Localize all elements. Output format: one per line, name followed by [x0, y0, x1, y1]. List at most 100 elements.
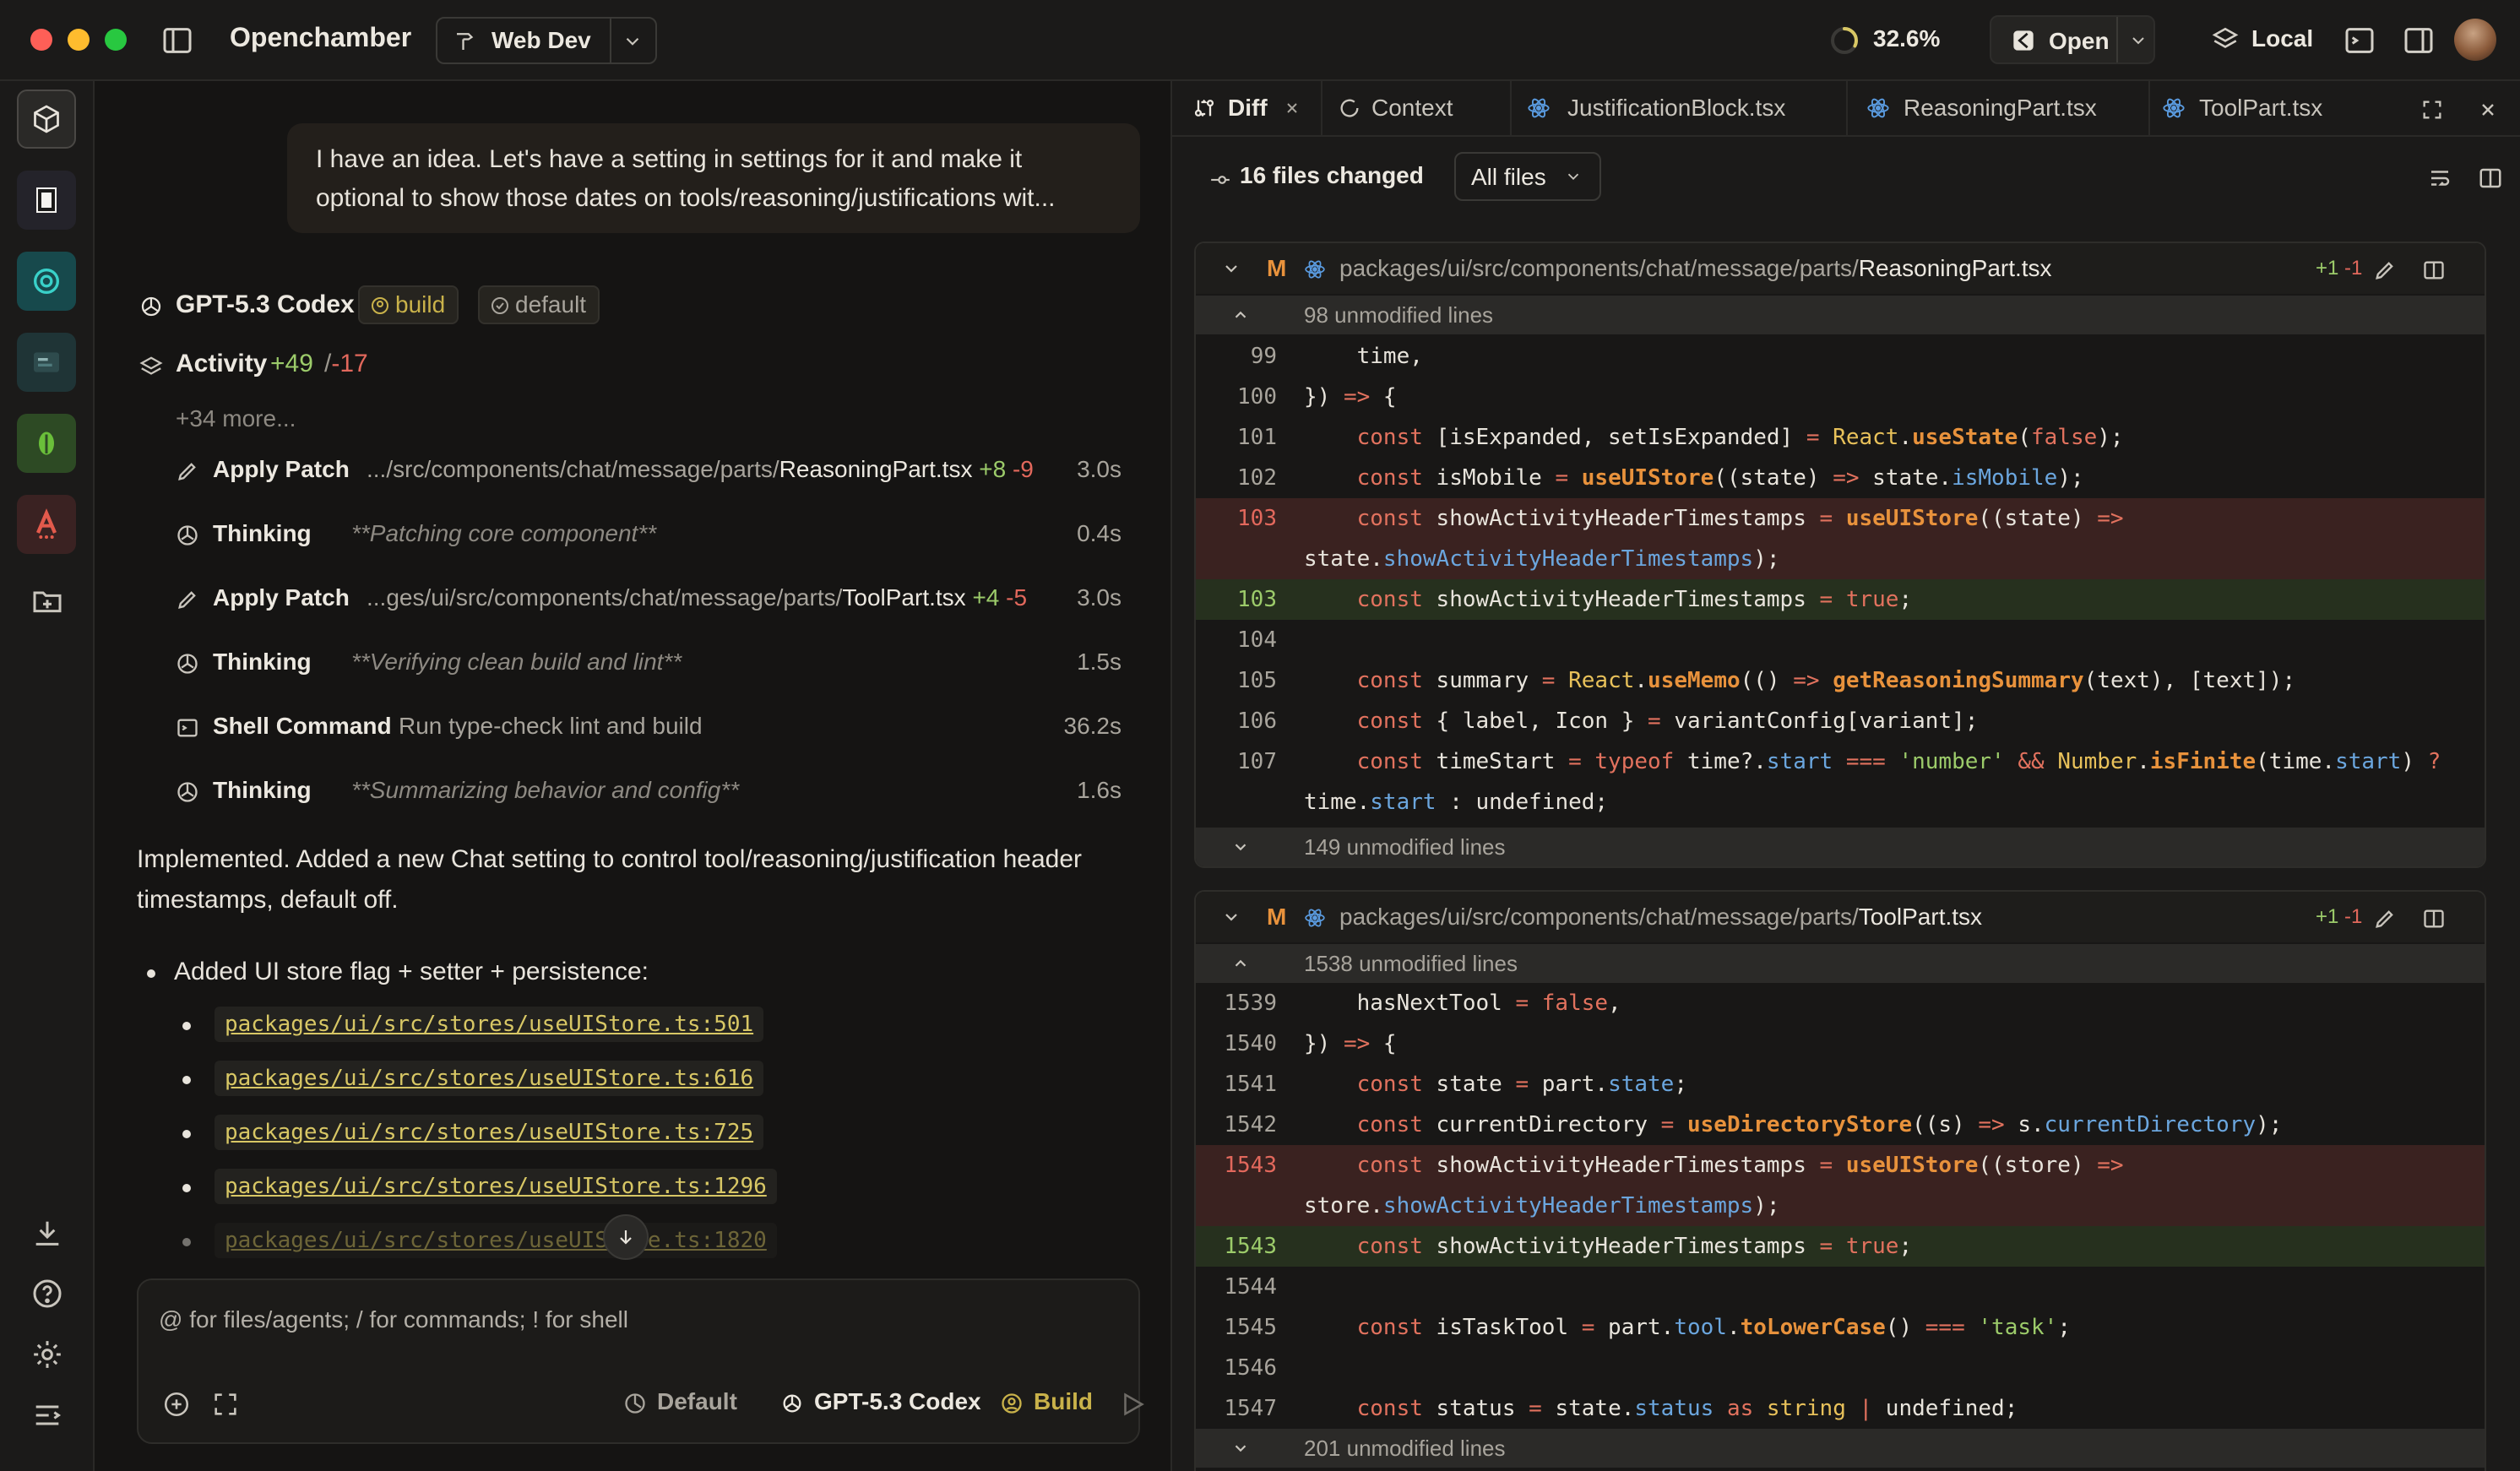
send-icon[interactable] [1118, 1390, 1147, 1419]
expand-unmodified-bottom[interactable]: 201 unmodified lines [1196, 1429, 2485, 1468]
composer: Default GPT-5.3 Codex Build [137, 1278, 1144, 1444]
expand-unmodified-top[interactable]: 98 unmodified lines [1196, 296, 2485, 334]
model-label: GPT-5.3 Codex [814, 1388, 981, 1414]
react-icon [2163, 98, 2185, 118]
layers-icon [139, 356, 163, 375]
file-link[interactable]: packages/ui/src/stores/useUIStore.ts:501 [215, 1007, 764, 1042]
default-mode-icon [492, 297, 508, 314]
split-view-icon[interactable] [2478, 166, 2503, 191]
activity-note: **Summarizing behavior and config** [351, 777, 740, 803]
diff-file-header[interactable]: M packages/ui/src/components/chat/messag… [1196, 892, 2485, 942]
code-line: 1541 const state = part.state; [1224, 1072, 1687, 1097]
activity-item[interactable]: Apply Patch .../src/components/chat/mess… [176, 451, 1122, 491]
chevron-up-icon [1235, 311, 1246, 318]
close-icon[interactable] [2478, 100, 2498, 120]
rail-item-project-6[interactable] [17, 495, 76, 554]
help-icon[interactable] [30, 1277, 64, 1311]
default-mode-icon [625, 1393, 645, 1414]
expand-unmodified-top[interactable]: 1538 unmodified lines [1196, 944, 2485, 983]
agent-chip-build: build [358, 285, 459, 324]
more-activities-link[interactable]: +34 more... [176, 405, 296, 432]
diff-icon [1194, 99, 1214, 117]
activity-item[interactable]: Thinking **Verifying clean build and lin… [176, 643, 1122, 684]
close-window-button[interactable] [30, 29, 52, 51]
close-icon[interactable] [1284, 100, 1301, 117]
avatar[interactable] [2454, 19, 2496, 61]
open-in-editor-button[interactable]: Open [1990, 15, 2155, 64]
rail-item-project-3[interactable] [17, 252, 76, 311]
activity-title: Apply Patch [213, 584, 350, 611]
split-view-icon[interactable] [2422, 258, 2446, 282]
activity-title: Shell Command [213, 713, 392, 739]
tab-context[interactable]: Context [1322, 81, 1498, 137]
download-icon[interactable] [30, 1216, 64, 1250]
fullscreen-icon[interactable] [2420, 98, 2444, 122]
model-selector[interactable]: GPT-5.3 Codex [780, 1388, 981, 1415]
zoom-window-button[interactable] [105, 29, 127, 51]
modified-badge: M [1267, 904, 1287, 930]
expand-unmodified-bottom[interactable]: 149 unmodified lines [1196, 828, 2485, 866]
minimize-window-button[interactable] [68, 29, 90, 51]
activity-duration: 1.5s [1077, 649, 1122, 675]
hammer-icon [457, 33, 474, 50]
scroll-to-bottom-button[interactable] [603, 1214, 649, 1260]
menu-icon[interactable] [30, 1398, 64, 1432]
rail-item-project-2[interactable] [17, 171, 76, 230]
diff-file-stats: +1 -1 [2316, 905, 2363, 928]
chevron-down-icon[interactable] [1221, 907, 1241, 927]
code-line: 106 const { label, Icon } = variantConfi… [1237, 708, 1979, 734]
sidebar-toggle-icon[interactable] [160, 24, 194, 57]
activity-note: **Verifying clean build and lint** [351, 649, 682, 675]
code-line: 1544 [1224, 1274, 1277, 1300]
edit-icon[interactable] [2373, 258, 2397, 282]
tab-justificationblock[interactable]: JustificationBlock.tsx [1512, 81, 1846, 137]
project-selector[interactable]: Web Dev [436, 17, 657, 64]
mode-selector[interactable]: Default [623, 1388, 737, 1415]
tab-toolpart[interactable]: ToolPart.tsx [2150, 81, 2370, 137]
tab-diff[interactable]: Diff [1172, 81, 1321, 137]
chevron-down-icon[interactable] [2128, 30, 2148, 51]
code-line: 1546 [1224, 1355, 1277, 1381]
expand-icon[interactable] [211, 1390, 240, 1419]
wrap-lines-icon[interactable] [2427, 166, 2452, 191]
layers-icon [2212, 27, 2239, 48]
diff-file-header[interactable]: M packages/ui/src/components/chat/messag… [1196, 243, 2485, 294]
file-link[interactable]: packages/ui/src/stores/useUIStore.ts:129… [215, 1169, 777, 1204]
chevron-down-icon[interactable] [1221, 258, 1241, 279]
file-link[interactable]: packages/ui/src/stores/useUIStore.ts:182… [215, 1223, 777, 1258]
deleted-code-line: 103 const showActivityHeaderTimestamps =… [1196, 498, 2485, 579]
add-attachment-icon[interactable] [162, 1390, 191, 1419]
activity-toggle[interactable]: Activity [176, 350, 267, 378]
agent-selector[interactable]: Build [1000, 1388, 1093, 1415]
split-view-icon[interactable] [2422, 907, 2446, 931]
terminal-icon[interactable] [2343, 24, 2376, 57]
rail-item-project-5[interactable] [17, 414, 76, 473]
activity-item[interactable]: Apply Patch ...ges/ui/src/components/cha… [176, 579, 1122, 620]
fold-label: 98 unmodified lines [1304, 302, 1494, 328]
tab-label: Context [1371, 95, 1453, 121]
local-runtime-button[interactable]: Local [2251, 25, 2313, 52]
chevron-down-icon[interactable] [622, 30, 644, 52]
code-line: 1547 const status = state.status as stri… [1224, 1396, 2018, 1421]
rail-item-project-4[interactable] [17, 333, 76, 392]
fold-label: 1538 unmodified lines [1304, 951, 1518, 976]
right-panel-toggle-icon[interactable] [2402, 24, 2436, 57]
new-folder-icon[interactable] [30, 584, 64, 618]
file-link[interactable]: packages/ui/src/stores/useUIStore.ts:725 [215, 1115, 764, 1150]
rail-item-box[interactable] [17, 90, 76, 149]
assistant-summary: Implemented. Added a new Chat setting to… [137, 845, 1083, 914]
message-input[interactable] [159, 1300, 1113, 1339]
activity-item[interactable]: Thinking **Patching core component** 0.4… [176, 515, 1122, 556]
activity-item[interactable]: Shell Command Run type-check lint and bu… [176, 708, 1122, 748]
tab-reasoningpart[interactable]: ReasoningPart.tsx [1848, 81, 2125, 137]
diff-file-path: packages/ui/src/components/chat/message/… [1339, 904, 1983, 930]
activity-item[interactable]: Thinking **Summarizing behavior and conf… [176, 772, 1122, 812]
file-link[interactable]: packages/ui/src/stores/useUIStore.ts:616 [215, 1061, 764, 1096]
code-line: 102 const isMobile = useUIStore((state) … [1237, 465, 2084, 491]
file-filter-dropdown[interactable]: All files [1454, 152, 1601, 201]
settings-icon[interactable] [30, 1338, 64, 1371]
edit-icon[interactable] [2373, 907, 2397, 931]
chevron-up-icon [1235, 959, 1246, 967]
activity-title: Thinking [213, 649, 312, 675]
openai-icon [141, 296, 161, 317]
